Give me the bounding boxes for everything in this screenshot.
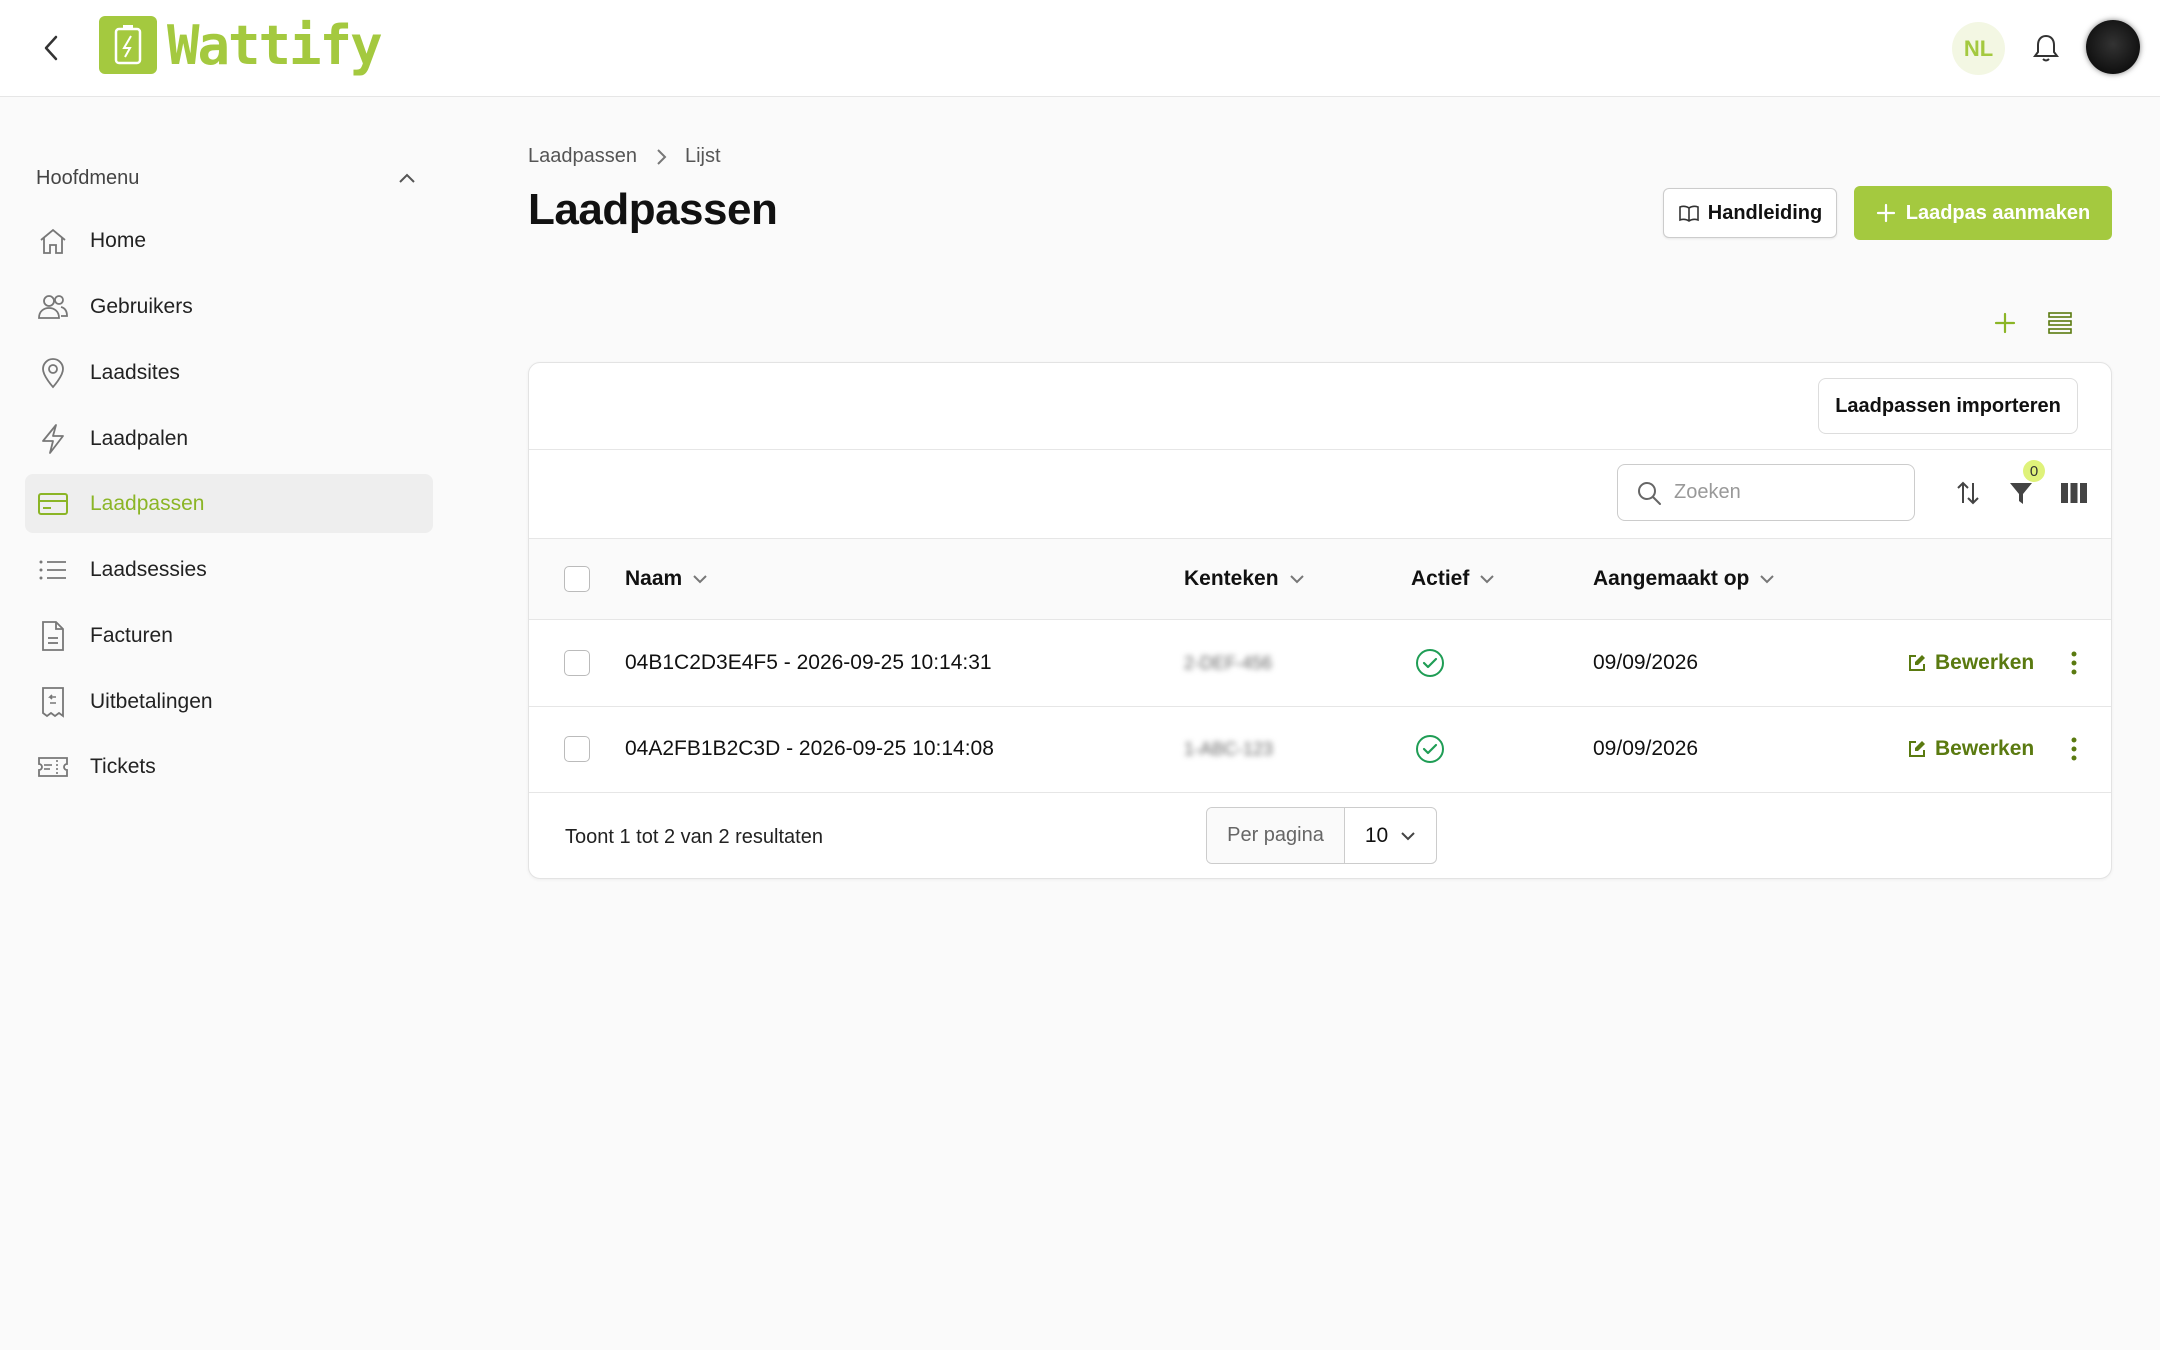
main-menu-toggle[interactable]: Hoofdmenu [36,163,416,193]
cell-kenteken: 2-DEF-456 [1184,652,1273,673]
per-page-select[interactable]: 10 [1345,808,1436,863]
book-icon [1678,205,1699,222]
check-circle-icon [1416,735,1444,763]
list-icon [37,554,69,586]
search-input[interactable] [1674,481,1894,504]
plus-icon [1994,312,2016,334]
logo-text: Wattify [167,13,383,77]
sidebar-item-tickets[interactable]: Tickets [25,737,433,796]
sort-arrows-icon [1957,481,1979,505]
chevron-down-icon [1760,575,1775,584]
breadcrumb-parent[interactable]: Laadpassen [528,145,637,168]
edit-icon [1909,741,1925,757]
card-icon [37,488,69,520]
home-icon [37,225,69,257]
column-header-naam[interactable]: Naam [625,539,708,619]
chevron-down-icon [1401,831,1415,840]
sidebar-item-payouts[interactable]: Uitbetalingen [25,672,433,731]
select-all-checkbox[interactable] [564,566,590,592]
chevron-down-icon [693,575,707,584]
columns-icon [2061,483,2087,503]
row-menu-button[interactable] [2059,646,2089,680]
cell-naam: 04B1C2D3E4F5 - 2026-09-25 10:14:31 [625,651,992,674]
page-title: Laadpassen [528,185,778,234]
cell-aangemaakt-op: 09/09/2026 [1593,651,1699,674]
avatar[interactable] [2086,20,2140,74]
create-card-button[interactable]: Laadpas aanmaken [1854,186,2112,240]
sidebar-item-invoices[interactable]: Facturen [25,606,433,665]
sidebar-item-users[interactable]: Gebruikers [25,277,433,336]
table-row[interactable]: 04B1C2D3E4F5 - 2026-09-25 10:14:31 2-DEF… [529,620,2111,706]
sort-button[interactable] [1951,476,1985,510]
cell-naam: 04A2FB1B2C3D - 2026-09-25 10:14:08 [625,737,994,760]
sidebar-item-chargers[interactable]: Laadpalen [25,409,433,468]
chevron-down-icon [1480,575,1495,584]
receipt-icon [37,686,69,718]
cell-actief [1414,706,1446,792]
column-header-kenteken[interactable]: Kenteken [1184,539,1305,619]
kebab-menu-icon [2071,737,2077,761]
language-switch[interactable]: NL [1952,22,2005,75]
top-bar: Wattify NL [0,0,2160,97]
view-list-button[interactable] [2045,308,2075,338]
notifications-button[interactable] [2028,30,2064,66]
import-cards-button[interactable]: Laadpassen importeren [1818,378,2078,434]
edit-button[interactable]: Bewerken [1907,620,2034,706]
kebab-menu-icon [2071,651,2077,675]
column-header-actief[interactable]: Actief [1411,539,1495,619]
table-row[interactable]: 04A2FB1B2C3D - 2026-09-25 10:14:08 1-ABC… [529,706,2111,792]
filter-funnel-icon [2010,483,2032,504]
divider [529,792,2111,793]
column-header-aangemaakt-op[interactable]: Aangemaakt op [1593,539,1775,619]
edit-icon [1909,655,1925,671]
check-circle-icon [1416,649,1444,677]
battery-logo-icon [99,16,157,74]
cell-kenteken: 1-ABC-123 [1184,738,1274,759]
chevron-left-icon [44,35,58,61]
search-icon [1638,481,1661,505]
bell-icon [2033,34,2059,62]
manual-button[interactable]: Handleiding [1663,188,1837,238]
logo[interactable]: Wattify [99,13,383,77]
columns-button[interactable] [2057,476,2091,510]
lightning-icon [37,423,69,455]
filter-count-badge: 0 [2023,460,2045,482]
results-summary: Toont 1 tot 2 van 2 resultaten [565,825,823,848]
chevron-right-icon [657,148,667,165]
sidebar-item-home[interactable]: Home [25,211,433,270]
per-page-control: Per pagina 10 [1206,807,1437,864]
users-icon [37,291,69,323]
breadcrumb-current: Lijst [684,145,721,167]
sidebar-item-cards[interactable]: Laadpassen [25,474,433,533]
main-menu-title: Hoofdmenu [36,166,140,189]
ticket-icon [37,751,69,783]
per-page-label: Per pagina [1207,808,1345,863]
sidebar-item-sites[interactable]: Laadsites [25,343,433,402]
sidebar: Hoofdmenu Home Gebruikers Laadsites Laad… [0,97,450,1350]
sidebar-item-sessions[interactable]: Laadsessies [25,540,433,599]
chevron-down-icon [1289,575,1304,584]
row-checkbox[interactable] [564,650,590,676]
cards-table-card: Laadpassen importeren 0 Naam Kenteken [528,362,2112,879]
stack-list-icon [2048,312,2072,334]
breadcrumb: Laadpassen Lijst [528,145,721,168]
row-menu-button[interactable] [2059,732,2089,766]
table-header: Naam Kenteken Actief Aangemaakt op [529,539,2111,619]
divider [529,449,2111,450]
cell-actief [1414,620,1446,706]
document-icon [37,620,69,652]
add-view-button[interactable] [1990,308,2020,338]
plus-icon [1876,203,1895,223]
row-checkbox[interactable] [564,736,590,762]
edit-button[interactable]: Bewerken [1907,706,2034,792]
location-pin-icon [37,357,69,389]
search-box[interactable] [1617,464,1915,521]
cell-aangemaakt-op: 09/09/2026 [1593,737,1699,760]
back-button[interactable] [36,30,66,66]
chevron-up-icon [399,173,415,183]
